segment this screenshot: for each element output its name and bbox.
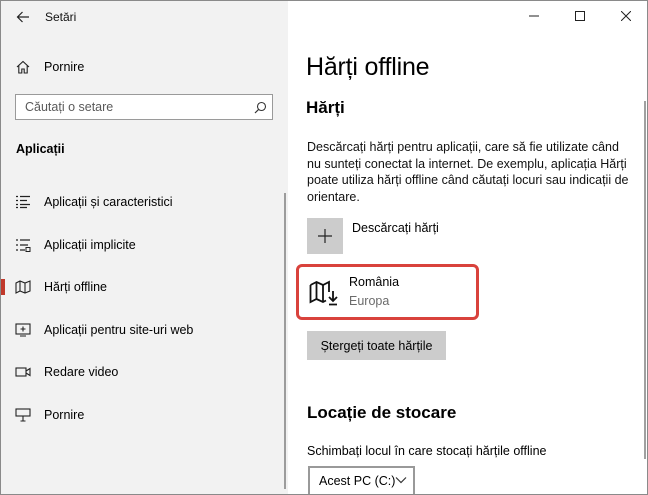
chevron-down-icon	[395, 477, 407, 484]
maximize-button[interactable]	[557, 1, 603, 31]
close-button[interactable]	[603, 1, 647, 31]
search-icon[interactable]	[248, 95, 272, 119]
map-name: România	[349, 275, 400, 289]
app-title: Setări	[45, 10, 77, 24]
section-label: Aplicații	[16, 142, 65, 156]
sidebar-item-apps-features[interactable]: Aplicații și caracteristici	[1, 184, 288, 220]
delete-all-maps-button[interactable]: Ștergeți toate hărțile	[307, 331, 446, 360]
maps-description: Descărcați hărți pentru aplicații, care …	[307, 140, 629, 204]
sidebar-item-apps-websites[interactable]: Aplicații pentru site-uri web	[1, 312, 288, 348]
downloaded-map-item[interactable]: România Europa	[296, 264, 479, 320]
active-indicator	[1, 279, 5, 295]
startup-icon	[14, 406, 32, 424]
search-box[interactable]	[15, 94, 273, 120]
download-maps-label: Descărcați hărți	[352, 221, 439, 235]
maps-heading: Hărți	[306, 98, 345, 117]
main-content: Hărți offline Hărți Descărcați hărți pen…	[288, 1, 647, 494]
storage-heading: Locație de stocare	[307, 403, 457, 422]
plus-icon	[307, 218, 343, 254]
window-controls	[511, 1, 647, 33]
home-icon	[14, 58, 32, 76]
download-maps-button[interactable]: Descărcați hărți	[307, 218, 439, 254]
map-download-icon	[309, 280, 339, 306]
storage-location-dropdown[interactable]: Acest PC (C:)	[308, 466, 415, 494]
storage-selected-value: Acest PC (C:)	[319, 474, 396, 488]
default-apps-icon	[14, 236, 32, 254]
sidebar-item-startup[interactable]: Pornire	[1, 397, 288, 433]
sidebar-item-video-playback[interactable]: Redare video	[1, 354, 288, 390]
back-button[interactable]	[9, 5, 37, 29]
page-title: Hărți offline	[306, 53, 430, 81]
sidebar-scrollbar[interactable]	[284, 193, 286, 489]
storage-description: Schimbați locul în care stocați hărțile …	[307, 444, 547, 458]
minimize-icon	[529, 15, 539, 17]
sidebar-home-label: Pornire	[44, 60, 85, 74]
sidebar-item-home[interactable]: Pornire	[1, 53, 288, 81]
title-bar: Setări	[1, 1, 288, 33]
back-arrow-icon	[16, 11, 29, 23]
sidebar-item-label: Redare video	[44, 365, 119, 379]
sidebar-item-default-apps[interactable]: Aplicații implicite	[1, 227, 288, 263]
apps-websites-icon	[14, 321, 32, 339]
sidebar-item-label: Aplicații pentru site-uri web	[44, 323, 194, 337]
offline-maps-icon	[14, 278, 32, 296]
sidebar-item-label: Aplicații implicite	[44, 238, 136, 252]
main-scrollbar[interactable]	[644, 101, 646, 459]
maximize-icon	[575, 11, 585, 21]
map-region: Europa	[349, 294, 390, 308]
close-icon	[621, 11, 631, 21]
minimize-button[interactable]	[511, 1, 557, 31]
search-input[interactable]	[16, 100, 248, 114]
sidebar-item-offline-maps[interactable]: Hărți offline	[1, 269, 288, 305]
sidebar-item-label: Hărți offline	[44, 280, 107, 294]
video-playback-icon	[14, 363, 32, 381]
apps-features-icon	[14, 193, 32, 211]
settings-window: Setări Pornire Aplicații	[0, 0, 648, 495]
sidebar-item-label: Pornire	[44, 408, 85, 422]
sidebar-item-label: Aplicații și caracteristici	[44, 195, 173, 209]
sidebar: Setări Pornire Aplicații	[1, 1, 288, 494]
